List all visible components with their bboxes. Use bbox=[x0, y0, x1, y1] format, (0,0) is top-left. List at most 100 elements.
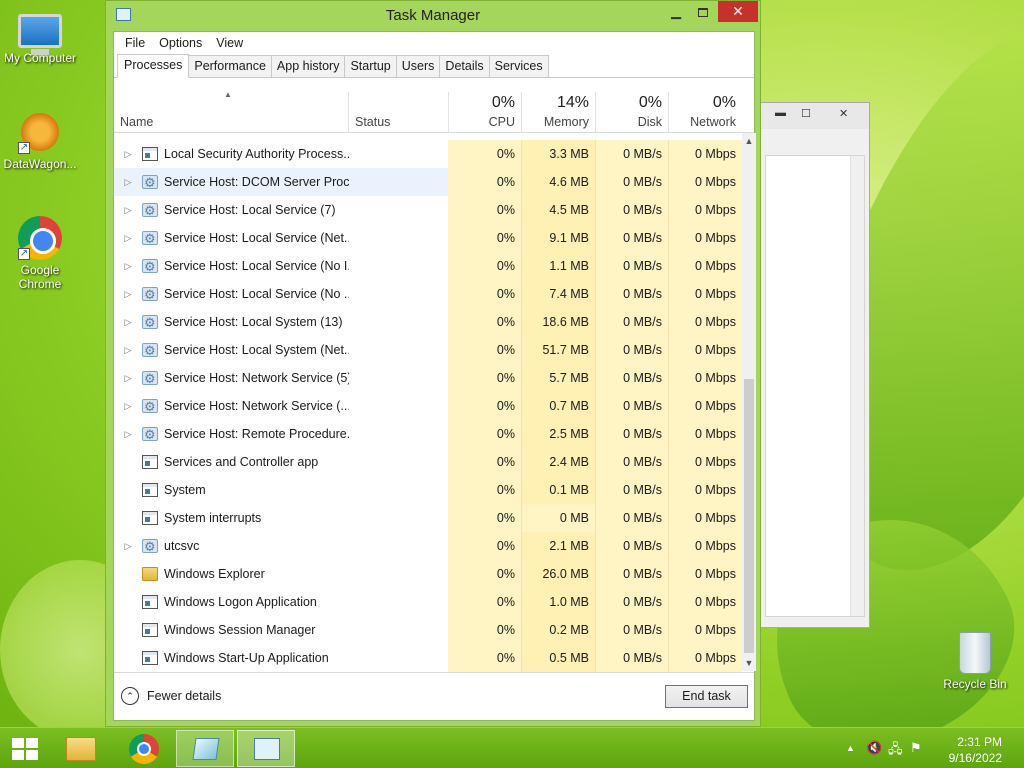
taskbar-open-window[interactable] bbox=[176, 730, 234, 767]
process-row[interactable]: ▷ Service Host: Network Service (... 0%0.7… bbox=[114, 392, 742, 421]
process-row[interactable]: Windows Logon Application 0% 1.0 MB 0 MB/s 0… bbox=[114, 588, 742, 616]
process-row[interactable]: System 0% 0.1 MB 0 MB/s 0 Mbps bbox=[114, 476, 742, 504]
title-bar[interactable]: Task Manager ▁ ✕ bbox=[106, 1, 760, 31]
cell-divider bbox=[668, 588, 669, 616]
process-memory: 18.6 MB bbox=[521, 308, 595, 336]
fewer-details-button[interactable]: ⌃ Fewer details bbox=[121, 687, 221, 705]
column-header-network[interactable]: 0% Network bbox=[668, 78, 742, 133]
taskbar-task-manager[interactable] bbox=[237, 730, 295, 767]
expand-chevron-icon[interactable]: ▷ bbox=[122, 280, 134, 308]
volume-muted-icon[interactable]: 🔇 bbox=[866, 740, 882, 756]
column-header-status[interactable]: Status bbox=[349, 78, 448, 133]
expand-chevron-icon[interactable]: ▷ bbox=[122, 420, 134, 448]
network-icon[interactable]: 🖧 bbox=[888, 740, 903, 762]
close-button[interactable]: ✕ bbox=[718, 1, 758, 22]
process-row[interactable]: ▷ Service Host: Network Service (5) 0%5.7 … bbox=[114, 364, 742, 393]
menu-options[interactable]: Options bbox=[152, 36, 209, 50]
cell-divider bbox=[521, 140, 522, 168]
expand-chevron-icon[interactable]: ▷ bbox=[122, 392, 134, 420]
desktop-icon-recycle-bin[interactable]: Recycle Bin bbox=[935, 632, 1015, 691]
end-task-button[interactable]: End task bbox=[665, 685, 748, 708]
process-row[interactable]: ▷ Service Host: Local Service (No I... 0%1… bbox=[114, 252, 742, 281]
vertical-scrollbar[interactable]: ▲ ▼ bbox=[742, 133, 756, 671]
expand-chevron-icon[interactable]: ▷ bbox=[122, 308, 134, 336]
process-row[interactable]: ▷ Service Host: Remote Procedure... 0%2.5 … bbox=[114, 420, 742, 449]
background-window-titlebar[interactable]: ▬ ☐ ✕ bbox=[761, 103, 869, 129]
process-name: Service Host: Network Service (5) bbox=[164, 371, 349, 385]
expand-chevron-icon[interactable]: ▷ bbox=[122, 196, 134, 224]
clock[interactable]: 2:31 PM 9/16/2022 bbox=[949, 734, 1002, 766]
process-row[interactable]: ▷ Service Host: Local System (Net... 0%51.… bbox=[114, 336, 742, 365]
cell-divider bbox=[668, 644, 669, 672]
tab-app-history[interactable]: App history bbox=[271, 55, 346, 78]
task-manager-window: Task Manager ▁ ✕ File Options View Proce… bbox=[105, 0, 761, 727]
process-row[interactable]: ▷ Service Host: DCOM Server Proc... 0%4.6 … bbox=[114, 168, 742, 197]
process-row[interactable]: ▷ Local Security Authority Process... 0% 3.… bbox=[114, 140, 742, 168]
desktop-icon-datawagon[interactable]: ↗ DataWagon... bbox=[0, 110, 80, 171]
menu-view[interactable]: View bbox=[209, 36, 250, 50]
process-row[interactable]: Services and Controller app 0% 2.4 MB 0 MB/… bbox=[114, 448, 742, 476]
start-button[interactable] bbox=[8, 730, 40, 767]
process-cpu: 0% bbox=[448, 504, 521, 532]
column-header-disk[interactable]: 0% Disk bbox=[595, 78, 668, 133]
minimize-icon[interactable]: ▬ bbox=[775, 107, 786, 119]
process-row[interactable]: Windows Session Manager 0% 0.2 MB 0 MB/s 0 M… bbox=[114, 616, 742, 644]
process-row[interactable]: System interrupts 0% 0 MB 0 MB/s 0 Mbps bbox=[114, 504, 742, 532]
expand-chevron-icon[interactable]: ▷ bbox=[122, 532, 134, 560]
expand-chevron-icon[interactable]: ▷ bbox=[122, 140, 134, 168]
process-disk: 0 MB/s bbox=[595, 364, 668, 392]
process-disk: 0 MB/s bbox=[595, 448, 668, 476]
maximize-icon[interactable]: ☐ bbox=[801, 107, 811, 120]
background-window[interactable]: ▬ ☐ ✕ bbox=[760, 102, 870, 628]
column-header-name[interactable]: ▲ Name bbox=[114, 78, 348, 133]
maximize-button[interactable] bbox=[690, 1, 716, 22]
action-center-flag-icon[interactable]: ⚑ bbox=[910, 740, 922, 756]
process-disk: 0 MB/s bbox=[595, 644, 668, 672]
process-row[interactable]: Windows Explorer 0% 26.0 MB 0 MB/s 0 Mbps bbox=[114, 560, 742, 588]
process-memory: 1.1 MB bbox=[521, 252, 595, 280]
column-header-memory[interactable]: 14% Memory bbox=[521, 78, 595, 133]
expand-chevron-icon[interactable]: ▷ bbox=[122, 364, 134, 392]
tab-users[interactable]: Users bbox=[396, 55, 441, 78]
process-row[interactable]: Windows Start-Up Application 0% 0.5 MB 0 MB… bbox=[114, 644, 742, 672]
show-hidden-icons-icon[interactable]: ▲ bbox=[846, 743, 855, 753]
taskbar-google-chrome[interactable] bbox=[120, 730, 168, 767]
expand-chevron-icon[interactable]: ▷ bbox=[122, 168, 134, 196]
process-network: 0 Mbps bbox=[668, 476, 742, 504]
desktop-icon-google-chrome[interactable]: ↗ Google Chrome bbox=[0, 216, 80, 291]
cell-divider bbox=[521, 476, 522, 504]
disk-total-percent: 0% bbox=[638, 94, 662, 111]
process-cpu: 0% bbox=[448, 336, 521, 364]
cell-divider bbox=[521, 392, 522, 420]
tab-startup[interactable]: Startup bbox=[345, 55, 397, 78]
row-spacer bbox=[122, 504, 134, 532]
sort-ascending-icon: ▲ bbox=[224, 90, 232, 99]
vertical-scrollbar[interactable] bbox=[850, 156, 864, 616]
process-name: Service Host: DCOM Server Proc... bbox=[164, 175, 349, 189]
cell-divider bbox=[595, 252, 596, 280]
tab-details[interactable]: Details bbox=[440, 55, 490, 78]
process-row[interactable]: ▷ Service Host: Local System (13) 0%18.6 M… bbox=[114, 308, 742, 337]
taskbar-file-explorer[interactable] bbox=[60, 730, 104, 767]
expand-chevron-icon[interactable]: ▷ bbox=[122, 336, 134, 364]
tab-services[interactable]: Services bbox=[489, 55, 549, 78]
process-row[interactable]: ▷ utcsvc 0%2.1 MB0 MB/s0 Mbps bbox=[114, 532, 742, 561]
expand-chevron-icon[interactable]: ▷ bbox=[122, 252, 134, 280]
cell-divider bbox=[668, 168, 669, 196]
scroll-down-icon[interactable]: ▼ bbox=[742, 655, 756, 671]
fewer-details-label: Fewer details bbox=[147, 689, 222, 703]
close-icon[interactable]: ✕ bbox=[839, 107, 848, 120]
minimize-button[interactable]: ▁ bbox=[662, 1, 690, 22]
scrollbar-thumb[interactable] bbox=[744, 379, 754, 653]
column-header-cpu[interactable]: 0% CPU bbox=[448, 78, 521, 133]
tab-performance[interactable]: Performance bbox=[189, 55, 272, 78]
process-row[interactable]: ▷ Service Host: Local Service (7) 0%4.5 MB… bbox=[114, 196, 742, 225]
cell-divider bbox=[668, 448, 669, 476]
expand-chevron-icon[interactable]: ▷ bbox=[122, 224, 134, 252]
tab-processes[interactable]: Processes bbox=[117, 54, 190, 78]
process-row[interactable]: ▷ Service Host: Local Service (No ... 0%7.… bbox=[114, 280, 742, 309]
desktop-icon-my-computer[interactable]: My Computer bbox=[0, 8, 80, 65]
menu-file[interactable]: File bbox=[118, 36, 152, 50]
process-row[interactable]: ▷ Service Host: Local Service (Net... 0%9.… bbox=[114, 224, 742, 253]
scroll-up-icon[interactable]: ▲ bbox=[742, 133, 756, 149]
